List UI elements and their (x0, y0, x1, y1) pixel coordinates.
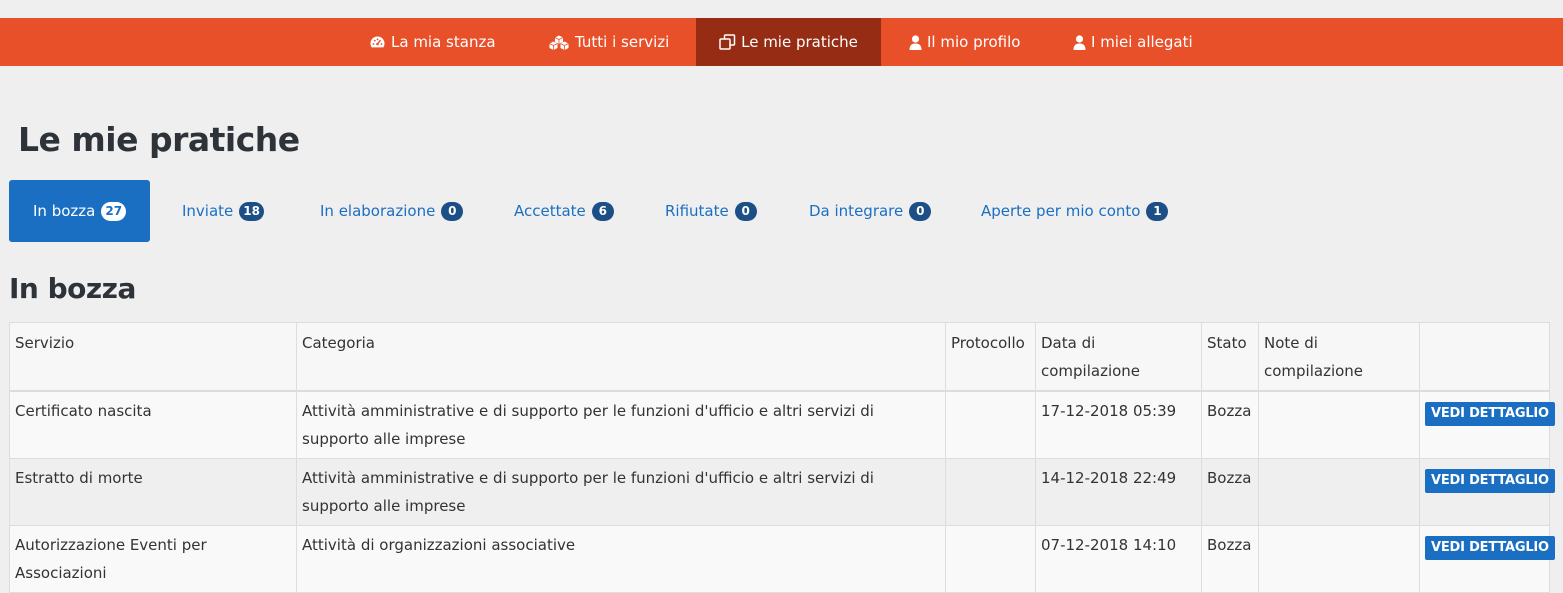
nav-label: I miei allegati (1091, 33, 1193, 51)
cell-data: 17-12-2018 05:39 (1035, 390, 1202, 459)
table-header-row: Servizio Categoria Protocollo Data di co… (9, 322, 1550, 392)
column-header-protocollo[interactable]: Protocollo (945, 322, 1036, 392)
tab-label: Da integrare (809, 202, 904, 220)
table-row: Autorizzazione Eventi per Associazioni A… (9, 525, 1555, 593)
nav-label: Le mie pratiche (741, 33, 858, 51)
count-badge: 0 (909, 201, 932, 221)
cell-actions: VEDI DETTAGLIO (1419, 525, 1555, 593)
tab-in-elaborazione[interactable]: In elaborazione 0 (320, 180, 464, 242)
cell-note (1258, 390, 1420, 459)
tab-rifiutate[interactable]: Rifiutate 0 (665, 180, 757, 242)
nav-item-tutti-i-servizi[interactable]: Tutti i servizi (548, 18, 669, 66)
tab-accettate[interactable]: Accettate 6 (514, 180, 614, 242)
nav-item-la-mia-stanza[interactable]: La mia stanza (369, 18, 496, 66)
nav-item-i-miei-allegati[interactable]: I miei allegati (1073, 18, 1193, 66)
cell-categoria: Attività amministrative e di supporto pe… (296, 458, 946, 526)
copy-icon (719, 34, 736, 50)
main-navbar: La mia stanza Tutti i servizi Le mie pra… (0, 18, 1563, 66)
tab-label: Accettate (514, 202, 586, 220)
top-strip (0, 0, 1563, 18)
column-header-data[interactable]: Data di compilazione (1035, 322, 1202, 392)
table-row: Estratto di morte Attività amministrativ… (9, 458, 1555, 526)
tab-label: Aperte per mio conto (981, 202, 1141, 220)
cell-actions: VEDI DETTAGLIO (1419, 390, 1555, 459)
count-badge: 27 (101, 201, 127, 221)
cell-stato: Bozza (1201, 458, 1259, 526)
nav-label: Il mio profilo (927, 33, 1021, 51)
count-badge: 18 (239, 201, 264, 221)
tab-in-bozza[interactable]: In bozza 27 (9, 180, 151, 242)
pratiche-table: Servizio Categoria Protocollo Data di co… (9, 322, 1555, 593)
column-header-note[interactable]: Note di compilazione (1258, 322, 1420, 392)
tab-inviate[interactable]: Inviate 18 (182, 180, 264, 242)
nav-item-il-mio-profilo[interactable]: Il mio profilo (909, 18, 1020, 66)
tab-label: In elaborazione (320, 202, 436, 220)
cell-protocollo (945, 525, 1036, 593)
cell-protocollo (945, 390, 1036, 459)
user-icon (909, 34, 922, 50)
vedi-dettaglio-button[interactable]: VEDI DETTAGLIO (1425, 536, 1555, 560)
tab-label: In bozza (33, 202, 96, 220)
page-title: Le mie pratiche (18, 120, 300, 159)
cell-stato: Bozza (1201, 390, 1259, 459)
cell-note (1258, 458, 1420, 526)
vedi-dettaglio-button[interactable]: VEDI DETTAGLIO (1425, 469, 1555, 493)
count-badge: 1 (1146, 201, 1169, 221)
cell-servizio: Certificato nascita (9, 390, 297, 459)
column-header-categoria[interactable]: Categoria (296, 322, 946, 392)
tab-da-integrare[interactable]: Da integrare 0 (809, 180, 932, 242)
cell-stato: Bozza (1201, 525, 1259, 593)
section-title: In bozza (9, 272, 136, 305)
column-header-servizio[interactable]: Servizio (9, 322, 297, 392)
cubes-icon (548, 35, 570, 50)
status-tabs: In bozza 27 Inviate 18 In elaborazione 0… (9, 180, 1549, 242)
count-badge: 6 (591, 201, 614, 221)
user-icon (1073, 34, 1086, 50)
cell-data: 14-12-2018 22:49 (1035, 458, 1202, 526)
nav-item-le-mie-pratiche[interactable]: Le mie pratiche (696, 18, 881, 66)
tab-label: Rifiutate (665, 202, 729, 220)
cell-protocollo (945, 458, 1036, 526)
cell-categoria: Attività di organizzazioni associative (296, 525, 946, 593)
cell-servizio: Estratto di morte (9, 458, 297, 526)
column-header-stato[interactable]: Stato (1201, 322, 1259, 392)
dashboard-icon (369, 35, 386, 50)
cell-data: 07-12-2018 14:10 (1035, 525, 1202, 593)
count-badge: 0 (441, 201, 464, 221)
cell-servizio: Autorizzazione Eventi per Associazioni (9, 525, 297, 593)
cell-actions: VEDI DETTAGLIO (1419, 458, 1555, 526)
tab-label: Inviate (182, 202, 234, 220)
nav-label: La mia stanza (391, 33, 496, 51)
cell-note (1258, 525, 1420, 593)
nav-label: Tutti i servizi (575, 33, 670, 51)
cell-categoria: Attività amministrative e di supporto pe… (296, 390, 946, 459)
column-header-actions (1419, 322, 1550, 392)
tab-aperte-per-mio-conto[interactable]: Aperte per mio conto 1 (981, 180, 1169, 242)
count-badge: 0 (734, 201, 757, 221)
table-row: Certificato nascita Attività amministrat… (9, 390, 1555, 459)
vedi-dettaglio-button[interactable]: VEDI DETTAGLIO (1425, 402, 1555, 426)
